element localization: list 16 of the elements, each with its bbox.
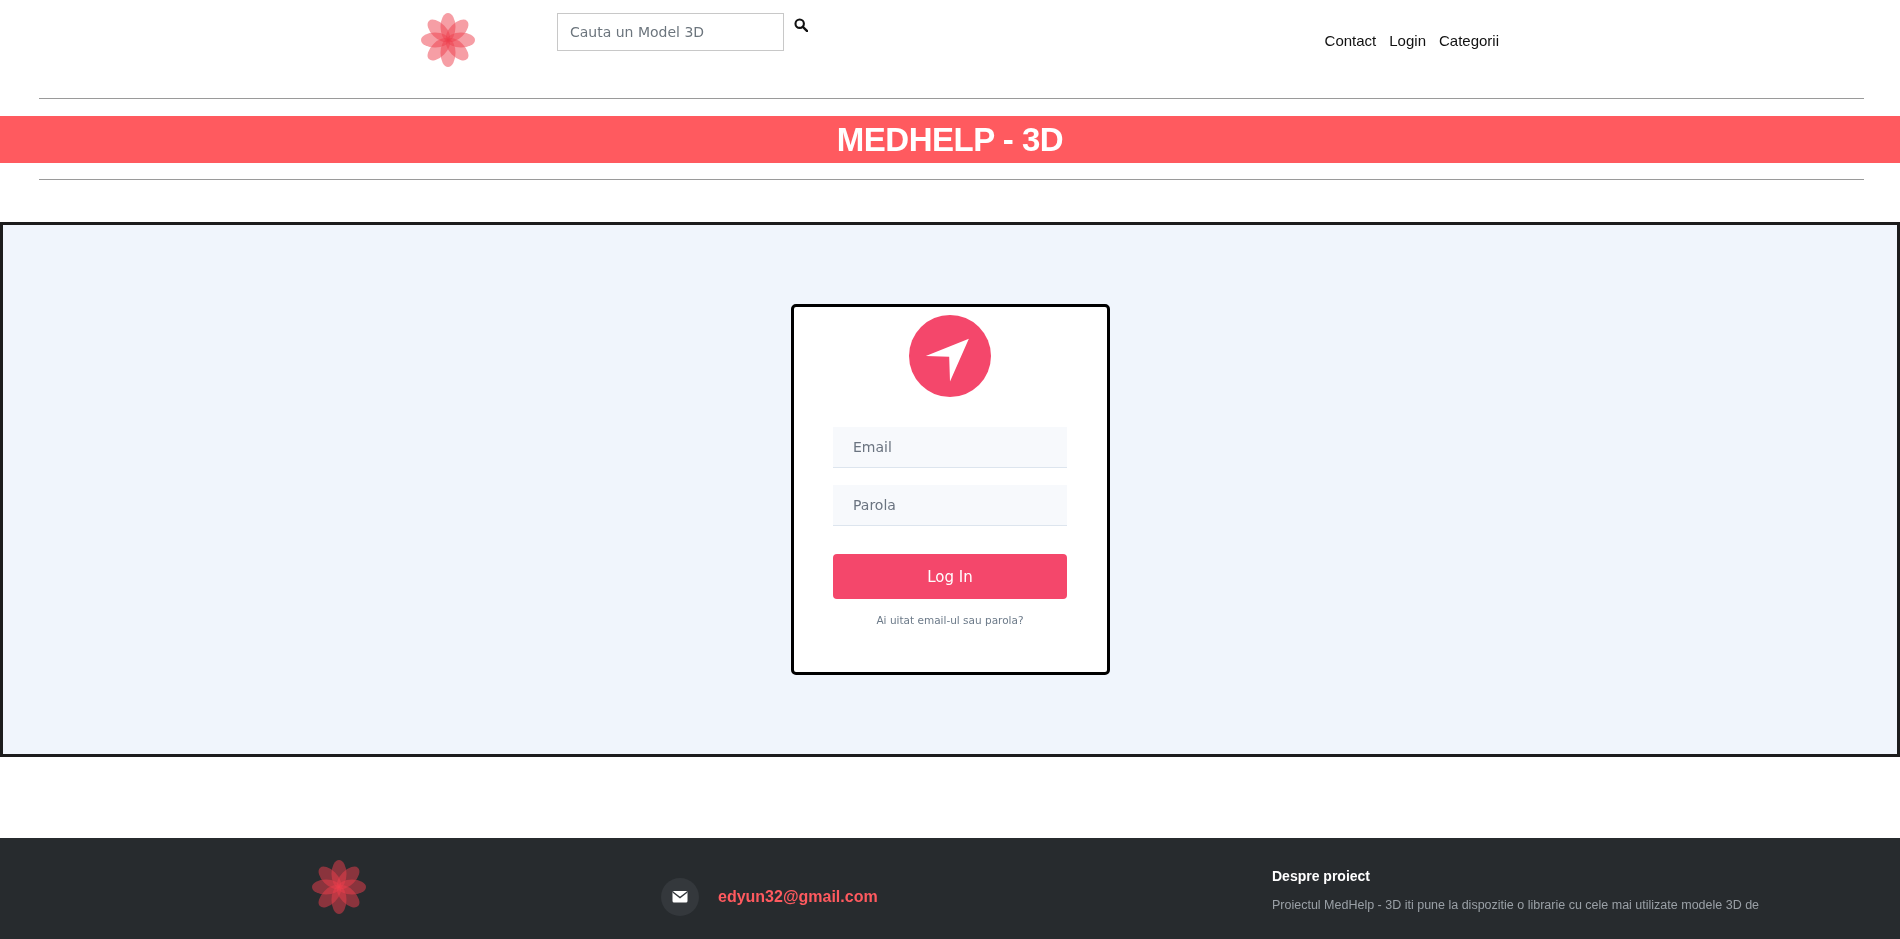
password-field[interactable]: Parola bbox=[833, 485, 1067, 526]
envelope-icon bbox=[661, 878, 699, 916]
about-text: Proiectul MedHelp - 3D iti pune la dispozitie o librarie cu cele mai utilizate modele 3D de bbox=[1272, 898, 1760, 912]
email-field[interactable]: Email bbox=[833, 427, 1067, 468]
login-button[interactable]: Log In bbox=[833, 554, 1067, 599]
search-icon[interactable] bbox=[794, 18, 808, 32]
flower-logo[interactable] bbox=[419, 11, 477, 69]
nav-link[interactable]: Categorii bbox=[1438, 32, 1499, 49]
site-title: MEDHELP - 3D bbox=[836, 119, 1064, 160]
nav-link[interactable]: Contact bbox=[1324, 32, 1377, 49]
flower-logo bbox=[310, 858, 368, 916]
forgot-password-link[interactable]: Ai uitat email-ul sau parola? bbox=[876, 614, 1024, 626]
email-link[interactable]: edyun32@gmail.com bbox=[718, 888, 878, 906]
nav-link[interactable]: Login bbox=[1389, 32, 1426, 49]
search-field[interactable]: Cauta un Model 3D bbox=[557, 13, 784, 51]
about-heading: Despre proiect bbox=[1272, 868, 1371, 884]
